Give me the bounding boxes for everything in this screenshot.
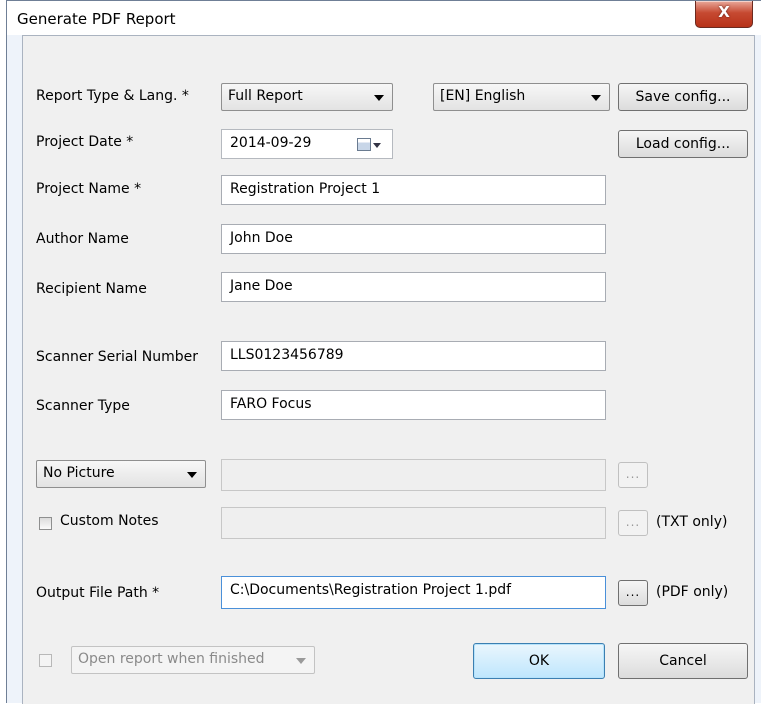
picture-mode-value: No Picture xyxy=(43,465,115,481)
scanner-serial-label: Scanner Serial Number xyxy=(36,349,199,365)
dialog-window: Generate PDF Report X Report Type & Lang… xyxy=(6,0,761,704)
report-type-label: Report Type & Lang. * xyxy=(36,88,189,104)
chevron-down-icon xyxy=(591,95,601,101)
custom-notes-checkbox[interactable] xyxy=(39,517,52,530)
close-icon: X xyxy=(718,3,730,21)
picture-browse-button: ... xyxy=(618,462,648,488)
cancel-button[interactable]: Cancel xyxy=(618,643,748,679)
dialog-title: Generate PDF Report xyxy=(17,10,176,28)
picture-mode-select[interactable]: No Picture xyxy=(36,460,206,488)
project-name-label: Project Name * xyxy=(36,181,142,197)
custom-notes-path-input xyxy=(221,507,606,539)
scanner-type-input[interactable]: FARO Focus xyxy=(221,390,606,420)
open-report-select: Open report when finished xyxy=(71,646,315,674)
output-path-input[interactable]: C:\Documents\Registration Project 1.pdf xyxy=(221,576,606,609)
report-type-select[interactable]: Full Report xyxy=(221,83,393,111)
dialog-client-area: Report Type & Lang. * Full Report [EN] E… xyxy=(22,35,755,704)
load-config-button[interactable]: Load config... xyxy=(618,130,748,158)
output-path-label: Output File Path * xyxy=(36,585,160,601)
calendar-icon[interactable] xyxy=(357,138,371,151)
txt-only-note: (TXT only) xyxy=(656,514,728,530)
pdf-only-note: (PDF only) xyxy=(656,584,729,600)
author-name-label: Author Name xyxy=(36,231,129,247)
author-name-input[interactable]: John Doe xyxy=(221,224,606,254)
ok-button[interactable]: OK xyxy=(473,643,605,679)
scanner-serial-input[interactable]: LLS0123456789 xyxy=(221,341,606,371)
language-value: [EN] English xyxy=(440,88,526,104)
output-browse-button[interactable]: ... xyxy=(618,580,648,606)
save-config-button[interactable]: Save config... xyxy=(618,83,748,111)
project-date-value: 2014-09-29 xyxy=(230,135,312,151)
recipient-name-input[interactable]: Jane Doe xyxy=(221,272,606,302)
language-select[interactable]: [EN] English xyxy=(433,83,610,111)
chevron-down-icon xyxy=(187,472,197,478)
title-bar[interactable]: Generate PDF Report X xyxy=(7,1,761,35)
custom-notes-label: Custom Notes xyxy=(60,513,159,529)
project-name-input[interactable]: Registration Project 1 xyxy=(221,175,606,205)
chevron-down-icon xyxy=(374,95,384,101)
picture-path-input xyxy=(221,459,606,491)
project-date-label: Project Date * xyxy=(36,134,134,150)
scanner-type-label: Scanner Type xyxy=(36,398,130,414)
recipient-name-label: Recipient Name xyxy=(36,281,147,297)
open-report-checkbox xyxy=(39,654,52,667)
chevron-down-icon[interactable] xyxy=(373,143,381,148)
close-button[interactable]: X xyxy=(695,1,753,28)
custom-notes-browse-button: ... xyxy=(618,510,648,536)
chevron-down-icon xyxy=(296,658,306,664)
report-type-value: Full Report xyxy=(228,88,303,104)
open-report-value: Open report when finished xyxy=(78,651,265,667)
